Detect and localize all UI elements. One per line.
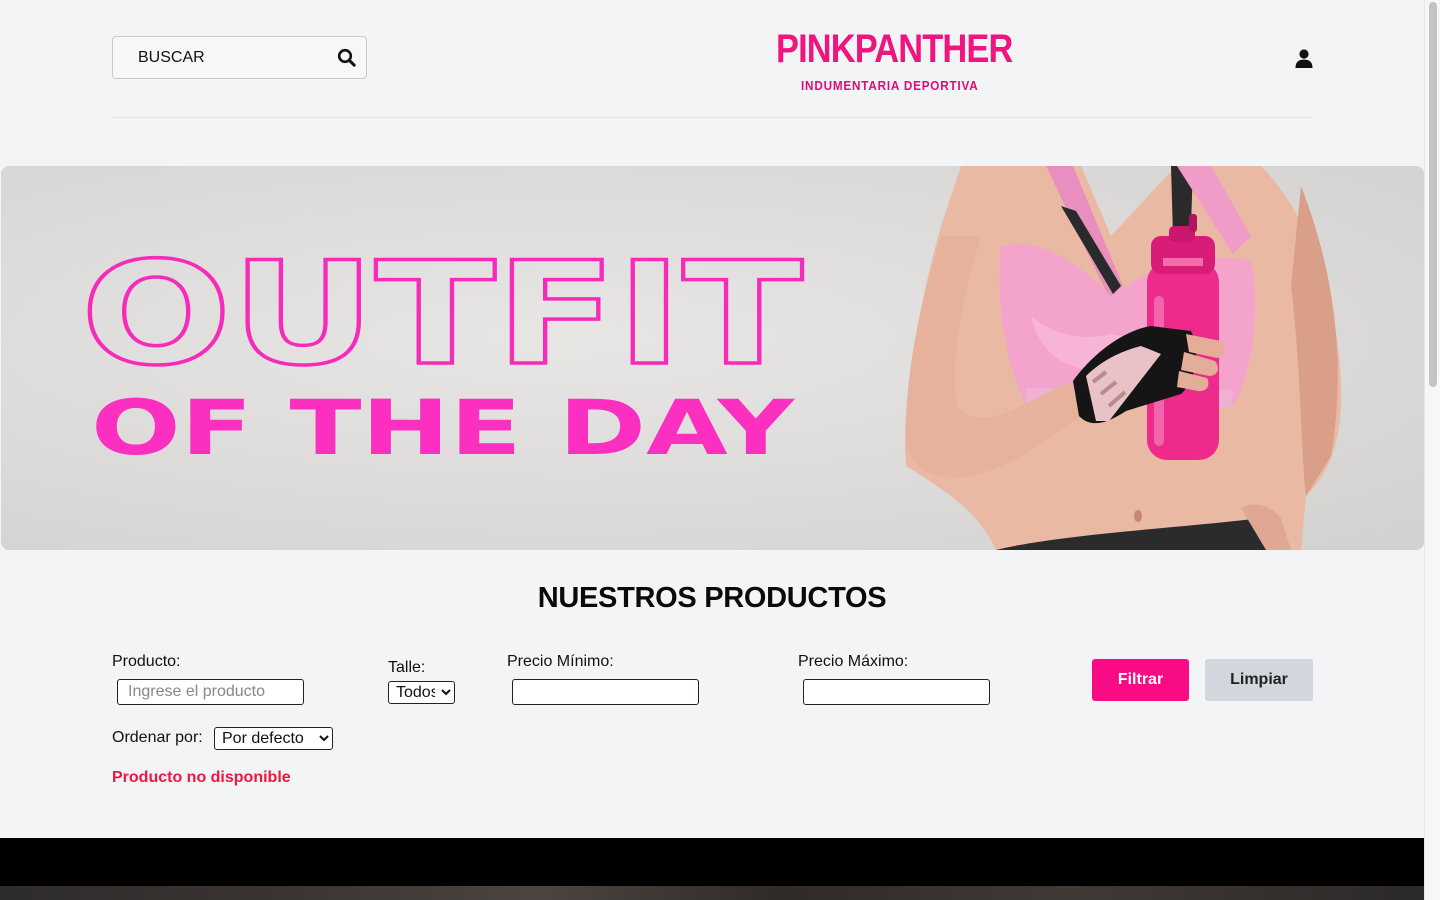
producto-input[interactable]: [117, 679, 304, 705]
hero-banner: OUTFIT OF THE DAY: [1, 166, 1424, 550]
ordenar-label: Ordenar por:: [112, 729, 203, 746]
header-divider: [112, 117, 1312, 118]
limpiar-button[interactable]: Limpiar: [1205, 659, 1313, 701]
banner-model-photo: [905, 166, 1342, 550]
search-button[interactable]: [336, 47, 358, 69]
search-box: [112, 36, 367, 79]
talle-select[interactable]: Todos: [388, 681, 455, 704]
precio-maximo-label: Precio Máximo:: [798, 653, 909, 670]
logo-text: PINKPANTHER: [776, 27, 1013, 71]
status-message: Producto no disponible: [112, 769, 291, 786]
bottom-banner-image: [0, 886, 1424, 900]
filtrar-button[interactable]: Filtrar: [1092, 659, 1189, 701]
precio-maximo-input[interactable]: [803, 679, 990, 705]
user-icon: [1295, 49, 1313, 68]
precio-minimo-input[interactable]: [512, 679, 699, 705]
search-input[interactable]: [113, 37, 333, 78]
talle-label: Talle:: [388, 659, 426, 676]
section-title: NUESTROS PRODUCTOS: [537, 582, 887, 614]
brand-logo[interactable]: PINKPANTHER INDUMENTARIA DEPORTIVA: [776, 27, 1013, 95]
bottom-banner: [0, 838, 1424, 900]
ordenar-select[interactable]: Por defecto: [214, 727, 333, 750]
banner-headline: OUTFIT: [81, 232, 803, 397]
precio-minimo-label: Precio Mínimo:: [507, 653, 614, 670]
producto-label: Producto:: [112, 653, 181, 670]
scrollbar-thumb[interactable]: [1429, 2, 1437, 387]
search-icon: [337, 48, 356, 67]
vertical-scrollbar[interactable]: [1424, 0, 1440, 900]
logo-subtitle: INDUMENTARIA DEPORTIVA: [801, 78, 979, 93]
user-account-button[interactable]: [1293, 48, 1315, 70]
banner-subheadline: OF THE DAY: [91, 383, 795, 472]
